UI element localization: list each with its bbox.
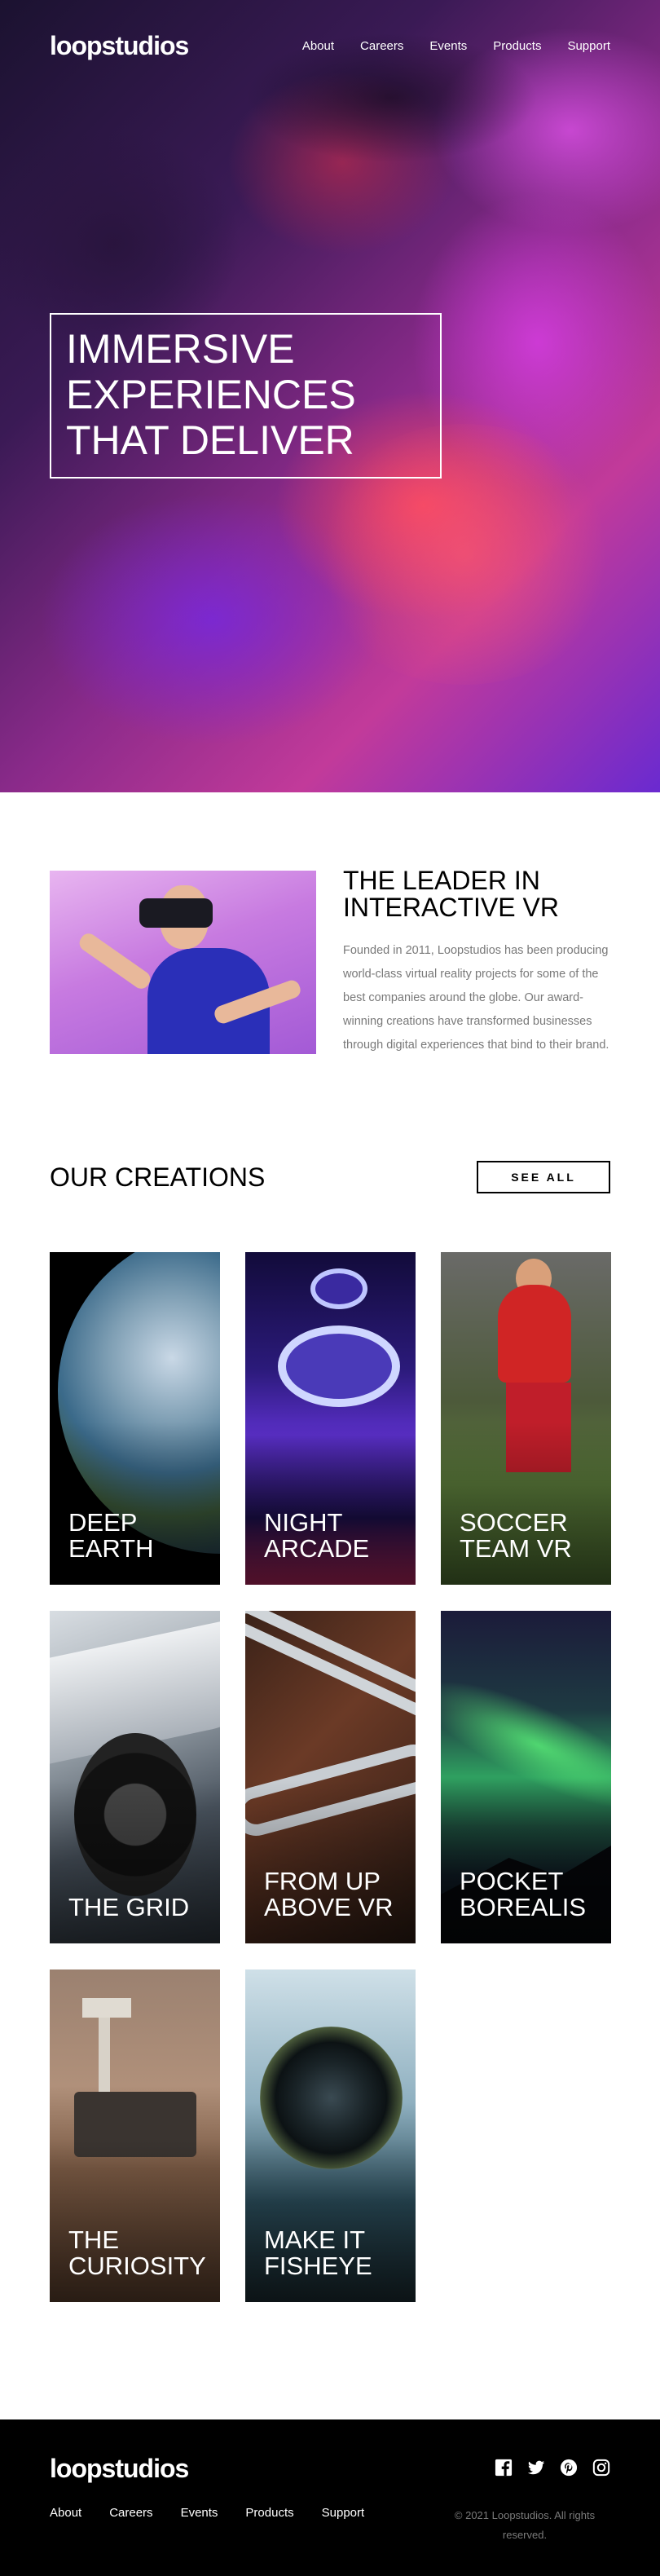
copyright-text: © 2021 Loopstudios. All rights reserved. [454, 2509, 596, 2541]
creation-card-label: From up above VR [264, 1867, 394, 1921]
vr-headset-man-image [50, 871, 316, 1054]
creation-card-the-curiosity[interactable]: The curiosity [50, 1969, 220, 2302]
footer-link-events[interactable]: Events [181, 2506, 218, 2520]
creation-card-night-arcade[interactable]: Night arcade [245, 1252, 416, 1585]
nav-link-support[interactable]: Support [567, 39, 610, 53]
creations-header: Our creations See all [50, 1161, 610, 1193]
nav-link-products[interactable]: Products [493, 39, 541, 53]
see-all-button[interactable]: See all [477, 1161, 610, 1193]
facebook-icon[interactable] [495, 2459, 513, 2477]
creation-card-the-grid[interactable]: The grid [50, 1611, 220, 1943]
creations-grid: Deep earth Night arcade Soccer team VR T… [50, 1252, 611, 2302]
creation-card-from-up-above-vr[interactable]: From up above VR [245, 1611, 416, 1943]
creation-card-soccer-team-vr[interactable]: Soccer team VR [441, 1252, 611, 1585]
creation-card-label: Deep earth [68, 1508, 154, 1563]
nav-link-events[interactable]: Events [429, 39, 467, 53]
creation-card-label: Soccer team VR [460, 1508, 572, 1563]
creation-card-label: Night arcade [264, 1508, 370, 1563]
creation-card-label: The grid [68, 1893, 190, 1921]
creation-card-label: Pocket borealis [460, 1867, 587, 1921]
site-logo[interactable]: loopstudios [50, 31, 189, 61]
creation-card-make-it-fisheye[interactable]: Make it fisheye [245, 1969, 416, 2302]
leader-text-block: The leader in interactive VR Founded in … [343, 867, 612, 1057]
footer-link-about[interactable]: About [50, 2506, 81, 2520]
footer-links: About Careers Events Products Support [50, 2506, 364, 2520]
pinterest-icon[interactable] [560, 2459, 578, 2477]
nav-link-about[interactable]: About [302, 39, 334, 53]
nav-links: About Careers Events Products Support [302, 39, 610, 53]
nav-link-careers[interactable]: Careers [360, 39, 403, 53]
footer-link-products[interactable]: Products [245, 2506, 293, 2520]
creations-title: Our creations [50, 1162, 266, 1192]
footer-link-careers[interactable]: Careers [109, 2506, 152, 2520]
footer-logo[interactable]: loopstudios [50, 2454, 189, 2484]
hero-title-box: Immersive experiences that deliver [50, 313, 442, 479]
hero-section: loopstudios About Careers Events Product… [0, 0, 660, 792]
creation-card-deep-earth[interactable]: Deep earth [50, 1252, 220, 1585]
instagram-icon[interactable] [592, 2459, 610, 2477]
site-footer: loopstudios About Careers Events Product… [0, 2419, 660, 2576]
top-navigation: loopstudios About Careers Events Product… [50, 31, 610, 60]
creation-card-label: Make it fisheye [264, 2225, 372, 2280]
creations-section: Our creations See all Deep earth Night a… [0, 1161, 660, 2419]
creation-card-label: The curiosity [68, 2225, 206, 2280]
creation-card-pocket-borealis[interactable]: Pocket borealis [441, 1611, 611, 1943]
footer-link-support[interactable]: Support [322, 2506, 365, 2520]
leader-title: The leader in interactive VR [343, 866, 559, 922]
hero-title: Immersive experiences that deliver [66, 326, 356, 463]
twitter-icon[interactable] [527, 2459, 545, 2477]
leader-section: The leader in interactive VR Founded in … [0, 792, 660, 1118]
social-links [495, 2459, 610, 2477]
leader-body: Founded in 2011, Loopstudios has been pr… [343, 944, 609, 1052]
